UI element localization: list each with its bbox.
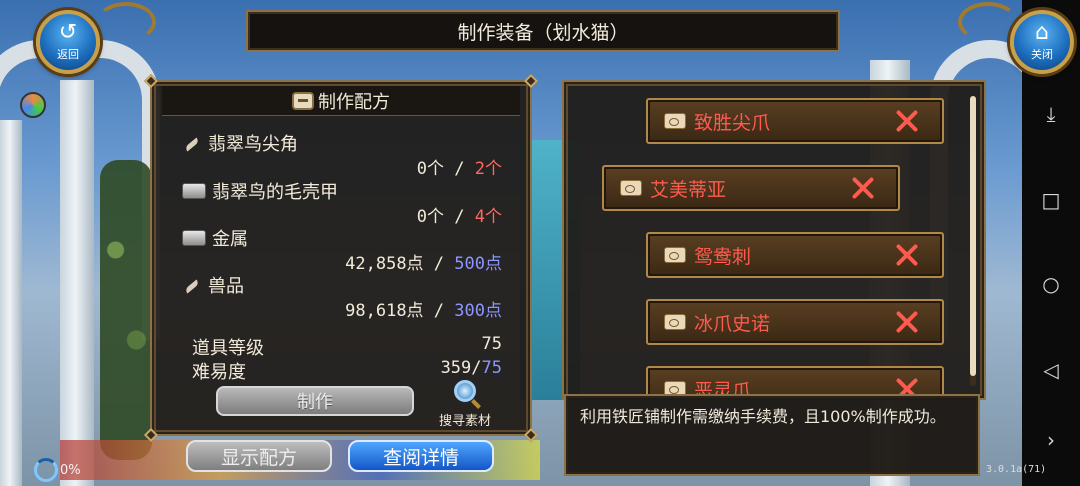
- ticket-icon: [664, 113, 686, 129]
- show-recipe-button[interactable]: 显示配方: [186, 440, 332, 472]
- material-need: 500点: [454, 254, 502, 274]
- recipe-header: 制作配方: [162, 86, 520, 116]
- remove-x-icon[interactable]: [894, 108, 920, 134]
- search-materials-button[interactable]: 搜寻素材: [430, 380, 500, 434]
- magnifier-icon: [454, 380, 476, 402]
- material-row[interactable]: 翡翠鸟的毛壳甲 0个 / 4个: [182, 178, 502, 227]
- close-button-label: 关闭: [1031, 48, 1053, 61]
- ticket-icon: [664, 314, 686, 330]
- back-button-label: 返回: [57, 48, 79, 61]
- ornament-flourish-left: [96, 2, 156, 42]
- list-item[interactable]: 冰爪史诺: [646, 299, 944, 345]
- craft-button[interactable]: 制作: [216, 386, 414, 416]
- difficulty-label: 难易度: [192, 362, 246, 383]
- material-name: 翡翠鸟尖角: [208, 134, 298, 155]
- difficulty-row: 难易度 359/75: [192, 358, 502, 383]
- info-message-box: 利用铁匠铺制作需缴纳手续费，且100%制作成功。: [564, 394, 980, 476]
- back-triangle-icon[interactable]: ◁: [1022, 352, 1080, 388]
- shell-icon: [182, 183, 206, 199]
- scrollbar-thumb[interactable]: [970, 96, 976, 376]
- remove-x-icon[interactable]: [894, 242, 920, 268]
- loading-spinner-icon: [34, 458, 58, 482]
- material-have: 0个: [416, 159, 445, 179]
- loading-progress: 0%: [34, 458, 81, 482]
- remove-x-icon[interactable]: [894, 309, 920, 335]
- window-title-bar: 制作装备（划水猫）: [246, 10, 840, 52]
- collapse-icon[interactable]: ⤓: [1022, 96, 1080, 132]
- equipment-name: 致胜尖爪: [694, 111, 771, 134]
- material-need: 2个: [474, 159, 502, 179]
- window-title: 制作装备（划水猫）: [457, 21, 629, 44]
- material-name: 兽品: [208, 276, 244, 297]
- search-materials-label: 搜寻素材: [438, 414, 491, 429]
- recipe-panel: 制作配方 翡翠鸟尖角 0个 / 2个 翡翠鸟的毛壳甲 0个 / 4个 金属 42…: [143, 73, 539, 443]
- list-item[interactable]: 鸳鸯刺: [646, 232, 944, 278]
- return-arrow-icon: ↺: [58, 20, 78, 45]
- equipment-name: 艾美蒂亚: [650, 178, 727, 201]
- material-separator: /: [444, 207, 475, 227]
- ticket-icon: [620, 180, 642, 196]
- remove-x-icon[interactable]: [850, 175, 876, 201]
- close-button[interactable]: ⌂ 关闭: [1010, 10, 1074, 74]
- chevron-right-icon[interactable]: ›: [1022, 422, 1080, 458]
- material-separator: /: [423, 254, 455, 274]
- material-have: 0个: [416, 207, 445, 227]
- equipment-list-panel: 致胜尖爪 艾美蒂亚 鸳鸯刺 冰爪史诺 恶灵爪: [562, 80, 986, 400]
- info-text: 利用铁匠铺制作需缴纳手续费，且100%制作成功。: [580, 407, 946, 426]
- progress-text: 0%: [60, 462, 81, 478]
- ticket-icon: [664, 247, 686, 263]
- recipe-scroll-icon: [292, 91, 314, 110]
- difficulty-current: 359/: [440, 358, 482, 378]
- back-button[interactable]: ↺ 返回: [36, 10, 100, 74]
- material-separator: /: [444, 159, 475, 179]
- ornament-flourish-right: [958, 2, 1018, 42]
- item-level-label: 道具等级: [192, 338, 264, 359]
- equipment-name: 冰爪史诺: [694, 312, 771, 335]
- material-row[interactable]: 金属 42,858点 / 500点: [182, 225, 502, 274]
- colorful-orb-icon[interactable]: [20, 92, 46, 118]
- feather-icon: [182, 134, 200, 152]
- equipment-name: 鸳鸯刺: [694, 245, 752, 268]
- metal-icon: [182, 230, 206, 246]
- feather-icon: [182, 276, 200, 294]
- material-name: 翡翠鸟的毛壳甲: [212, 182, 338, 203]
- home-icon: ⌂: [1035, 20, 1049, 45]
- list-item[interactable]: 致胜尖爪: [646, 98, 944, 144]
- material-have: 42,858点: [345, 254, 424, 274]
- material-row[interactable]: 兽品 98,618点 / 300点: [182, 272, 502, 321]
- home-circle-icon[interactable]: ○: [1022, 266, 1080, 302]
- system-navigation-bar: ⤓ □ ○ ◁ ›: [1022, 0, 1080, 486]
- item-level-row: 道具等级 75: [192, 334, 502, 359]
- material-need: 4个: [474, 207, 502, 227]
- material-separator: /: [423, 301, 455, 321]
- material-have: 98,618点: [345, 301, 424, 321]
- recipe-header-title: 制作配方: [318, 91, 390, 113]
- material-need: 300点: [454, 301, 502, 321]
- recents-square-icon[interactable]: □: [1022, 182, 1080, 218]
- material-row[interactable]: 翡翠鸟尖角 0个 / 2个: [182, 130, 502, 179]
- material-name: 金属: [212, 229, 248, 250]
- difficulty-target: 75: [481, 358, 502, 378]
- version-label: 3.0.1a(71): [986, 464, 1047, 475]
- list-scrollbar[interactable]: [970, 96, 976, 386]
- view-details-button[interactable]: 查阅详情: [348, 440, 494, 472]
- list-item[interactable]: 艾美蒂亚: [602, 165, 900, 211]
- item-level-value: 75: [481, 334, 502, 354]
